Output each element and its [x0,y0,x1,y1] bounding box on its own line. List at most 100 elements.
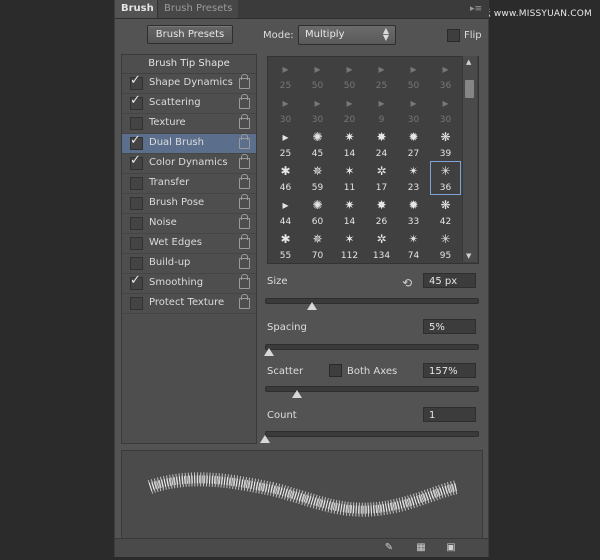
settings-item-smoothing[interactable]: ✓ Smoothing [122,273,256,294]
settings-item-dual-brush[interactable]: ✓ Dual Brush [122,133,256,154]
grid-icon[interactable]: ▦ [415,542,427,553]
brush-tip-cell[interactable]: ✱ 46 [270,161,301,195]
brush-tip-cell[interactable]: ▸ 50 [302,59,333,93]
brush-tip-cell[interactable]: ✳ 95 [430,229,461,263]
scatter-slider-thumb[interactable] [291,390,302,398]
count-field[interactable]: 1 [423,407,476,422]
brush-tip-cell[interactable]: ▸ 20 [334,93,365,127]
lock-icon[interactable] [239,154,250,169]
reset-size-icon[interactable]: ⟲ [402,276,412,290]
flip-checkbox[interactable] [447,29,460,42]
toggle-live-tip-preview-icon[interactable]: ✎ [383,542,395,553]
settings-item-protect-texture[interactable]: Protect Texture [122,294,256,314]
count-slider[interactable] [265,431,479,437]
settings-checkbox[interactable] [130,197,143,210]
brush-tip-cell[interactable]: ▸ 25 [366,59,397,93]
count-slider-thumb[interactable] [260,435,270,443]
grid-scrollbar[interactable]: ▲ ▼ [462,56,477,262]
settings-checkbox[interactable] [130,117,143,130]
size-field[interactable]: 45 px [423,273,476,288]
lock-icon[interactable] [239,74,250,89]
brush-tip-cell[interactable]: ▸ 30 [430,93,461,127]
brush-presets-button[interactable]: Brush Presets [147,25,233,44]
lock-icon[interactable] [239,114,250,129]
lock-icon[interactable] [239,254,250,269]
brush-tip-icon: ▸ [346,96,353,110]
brush-tip-cell[interactable]: ▸ 30 [270,93,301,127]
brush-tip-cell[interactable]: ▸ 44 [270,195,301,229]
brush-tip-cell[interactable]: ✹ 33 [398,195,429,229]
brush-tip-shape-item[interactable]: Brush Tip Shape [122,55,256,74]
lock-icon[interactable] [239,94,250,109]
brush-tip-cell[interactable]: ▸ 36 [430,59,461,93]
brush-tip-cell[interactable]: ✹ 27 [398,127,429,161]
brush-tip-cell[interactable]: ✲ 17 [366,161,397,195]
tab-brush-presets[interactable]: Brush Presets [157,0,239,18]
settings-checkbox[interactable] [130,237,143,250]
brush-tip-size: 14 [343,217,356,227]
settings-item-scattering[interactable]: ✓ Scattering [122,93,256,114]
brush-tip-cell[interactable]: ▸ 50 [334,59,365,93]
settings-item-shape-dynamics[interactable]: ✓ Shape Dynamics [122,73,256,94]
scroll-down-icon[interactable]: ▼ [466,252,471,260]
brush-tip-cell[interactable]: ▸ 25 [270,59,301,93]
brush-tip-cell[interactable]: ✵ 59 [302,161,333,195]
brush-tip-cell[interactable]: ▸ 9 [366,93,397,127]
settings-item-transfer[interactable]: Transfer [122,174,256,194]
settings-checkbox[interactable] [130,217,143,230]
size-slider[interactable] [265,298,479,304]
brush-tip-cell[interactable]: ✺ 60 [302,195,333,229]
brush-tip-cell[interactable]: ✸ 26 [366,195,397,229]
settings-item-texture[interactable]: Texture [122,114,256,134]
brush-tip-cell[interactable]: ✴ 74 [398,229,429,263]
brush-tip-cell[interactable]: ✴ 23 [398,161,429,195]
lock-icon[interactable] [239,274,250,289]
brush-tip-cell[interactable]: ✸ 24 [366,127,397,161]
brush-tip-icon: ✷ [344,198,355,212]
settings-checkbox[interactable] [130,177,143,190]
mode-select[interactable]: Multiply ▲ ▼ [298,25,396,45]
lock-icon[interactable] [239,214,250,229]
spacing-slider-thumb[interactable] [264,348,275,356]
settings-item-build-up[interactable]: Build-up [122,254,256,274]
lock-icon[interactable] [239,194,250,209]
settings-item-wet-edges[interactable]: Wet Edges [122,234,256,254]
brush-tip-cell[interactable]: ✵ 70 [302,229,333,263]
brush-tip-icon: ✴ [408,232,419,246]
brush-tip-cell[interactable]: ❋ 39 [430,127,461,161]
spacing-slider[interactable] [265,344,479,350]
brush-tip-cell[interactable]: ✷ 14 [334,195,365,229]
brush-tip-cell[interactable]: ▸ 30 [302,93,333,127]
lock-icon[interactable] [239,234,250,249]
tab-brush[interactable]: Brush [115,0,160,18]
lock-icon[interactable] [239,174,250,189]
brush-tip-cell[interactable]: ✲ 134 [366,229,397,263]
both-axes-checkbox[interactable] [329,364,342,377]
brush-tip-cell[interactable]: ▸ 25 [270,127,301,161]
brush-tip-size: 74 [407,251,420,261]
panel-menu-icon[interactable]: ▸≡ [470,4,482,14]
brush-tip-cell[interactable]: ✱ 55 [270,229,301,263]
checkmark-icon: ✓ [130,73,141,88]
settings-item-color-dynamics[interactable]: ✓ Color Dynamics [122,153,256,174]
brush-tip-cell[interactable]: ▸ 50 [398,59,429,93]
settings-checkbox[interactable] [130,257,143,270]
brush-tip-cell[interactable]: ✺ 45 [302,127,333,161]
new-preset-icon[interactable]: ▣ [445,542,457,553]
scroll-up-icon[interactable]: ▲ [466,58,471,66]
size-slider-thumb[interactable] [306,302,317,310]
scroll-thumb[interactable] [465,80,474,98]
lock-icon[interactable] [239,134,250,149]
scatter-field[interactable]: 157% [423,363,476,378]
settings-checkbox[interactable] [130,297,143,310]
brush-tip-cell[interactable]: ✶ 11 [334,161,365,195]
settings-item-noise[interactable]: Noise [122,214,256,234]
brush-tip-cell[interactable]: ✳ 36 [430,161,461,195]
brush-tip-cell[interactable]: ✶ 112 [334,229,365,263]
brush-tip-cell[interactable]: ❋ 42 [430,195,461,229]
brush-tip-cell[interactable]: ▸ 30 [398,93,429,127]
settings-item-brush-pose[interactable]: Brush Pose [122,194,256,214]
lock-icon[interactable] [239,294,250,309]
spacing-field[interactable]: 5% [423,319,476,334]
brush-tip-cell[interactable]: ✷ 14 [334,127,365,161]
